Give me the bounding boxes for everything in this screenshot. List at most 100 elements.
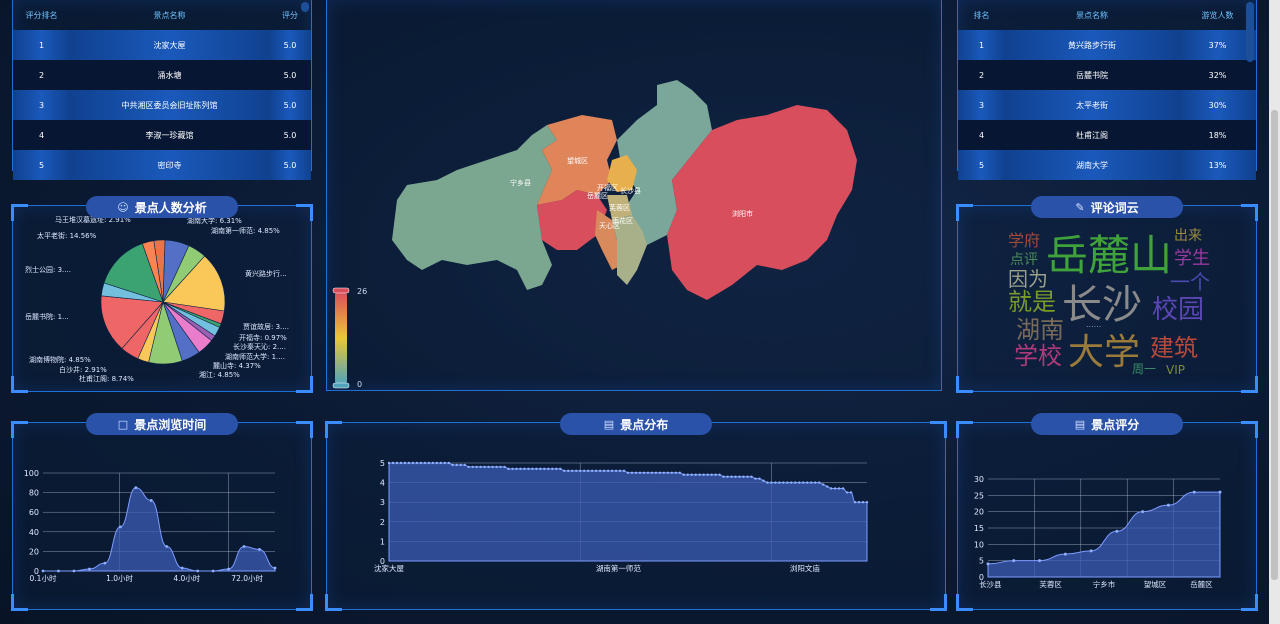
data-point[interactable] bbox=[527, 467, 530, 471]
data-point[interactable] bbox=[57, 569, 60, 573]
visual-map-handle-bottom[interactable] bbox=[332, 382, 350, 389]
data-point[interactable] bbox=[1012, 559, 1016, 563]
word[interactable]: 学生 bbox=[1174, 248, 1210, 269]
word[interactable]: 湖南 bbox=[1016, 316, 1064, 344]
data-point[interactable] bbox=[841, 487, 845, 490]
data-point[interactable] bbox=[726, 475, 729, 478]
data-point[interactable] bbox=[782, 481, 785, 484]
data-point[interactable] bbox=[555, 467, 558, 471]
data-point[interactable] bbox=[547, 467, 550, 471]
data-point[interactable] bbox=[567, 469, 570, 473]
data-point[interactable] bbox=[845, 491, 849, 494]
data-point[interactable] bbox=[658, 471, 662, 474]
data-point[interactable] bbox=[634, 471, 638, 474]
word[interactable]: VIP bbox=[1166, 363, 1185, 377]
data-point[interactable] bbox=[814, 481, 817, 484]
area-series[interactable] bbox=[388, 462, 868, 562]
word[interactable]: 一个 bbox=[1170, 270, 1210, 294]
data-point[interactable] bbox=[833, 487, 837, 490]
data-point[interactable] bbox=[829, 487, 833, 490]
scrollbar-thumb[interactable] bbox=[1271, 110, 1278, 580]
data-point[interactable] bbox=[614, 469, 618, 473]
data-point[interactable] bbox=[571, 469, 574, 473]
data-point[interactable] bbox=[395, 461, 399, 465]
data-point[interactable] bbox=[227, 567, 231, 571]
data-point[interactable] bbox=[754, 477, 757, 480]
data-point[interactable] bbox=[694, 473, 697, 476]
data-point[interactable] bbox=[551, 467, 554, 471]
data-point[interactable] bbox=[594, 469, 598, 473]
table-row[interactable]: 5 湖南大学 13% bbox=[958, 150, 1256, 180]
word[interactable]: 长沙 bbox=[1062, 282, 1142, 328]
data-point[interactable] bbox=[411, 461, 415, 465]
data-point[interactable] bbox=[427, 461, 431, 465]
data-point[interactable] bbox=[722, 475, 725, 478]
data-point[interactable] bbox=[419, 461, 423, 465]
table-row[interactable]: 1 沈家大屋 5.0 bbox=[13, 30, 311, 60]
data-point[interactable] bbox=[986, 562, 990, 566]
data-point[interactable] bbox=[579, 469, 582, 473]
data-point[interactable] bbox=[810, 481, 813, 484]
word[interactable]: 就是 bbox=[1008, 288, 1056, 316]
data-point[interactable] bbox=[790, 481, 793, 484]
data-point[interactable] bbox=[1089, 549, 1093, 553]
data-point[interactable] bbox=[746, 475, 749, 478]
data-point[interactable] bbox=[770, 481, 773, 484]
data-point[interactable] bbox=[1218, 490, 1222, 494]
table-row[interactable]: 1 黄兴路步行街 37% bbox=[958, 30, 1256, 60]
data-point[interactable] bbox=[818, 481, 821, 484]
data-point[interactable] bbox=[431, 461, 435, 465]
data-point[interactable] bbox=[491, 465, 494, 469]
data-point[interactable] bbox=[180, 566, 184, 570]
area-series[interactable] bbox=[987, 491, 1221, 578]
data-point[interactable] bbox=[242, 545, 246, 548]
data-point[interactable] bbox=[1063, 552, 1067, 556]
data-point[interactable] bbox=[778, 481, 781, 484]
data-point[interactable] bbox=[670, 471, 674, 474]
data-point[interactable] bbox=[786, 481, 789, 484]
table-row[interactable]: 2 涌水塘 5.0 bbox=[13, 60, 311, 90]
data-point[interactable] bbox=[118, 525, 122, 529]
data-point[interactable] bbox=[662, 471, 666, 474]
data-point[interactable] bbox=[698, 473, 701, 476]
data-point[interactable] bbox=[88, 567, 91, 571]
data-point[interactable] bbox=[403, 461, 407, 465]
data-point[interactable] bbox=[798, 481, 801, 484]
data-point[interactable] bbox=[766, 481, 769, 484]
data-point[interactable] bbox=[435, 461, 438, 465]
data-point[interactable] bbox=[423, 461, 427, 465]
data-point[interactable] bbox=[523, 467, 526, 471]
word[interactable]: 建筑 bbox=[1150, 334, 1198, 362]
visual-map-bar[interactable] bbox=[335, 292, 347, 384]
data-point[interactable] bbox=[165, 545, 169, 548]
data-point[interactable] bbox=[646, 471, 650, 474]
data-point[interactable] bbox=[598, 469, 602, 473]
data-point[interactable] bbox=[730, 475, 733, 478]
data-point[interactable] bbox=[543, 467, 546, 471]
data-point[interactable] bbox=[650, 471, 654, 474]
data-point[interactable] bbox=[258, 548, 261, 551]
data-point[interactable] bbox=[134, 486, 138, 490]
data-point[interactable] bbox=[606, 469, 610, 473]
data-point[interactable] bbox=[467, 465, 470, 469]
data-point[interactable] bbox=[718, 473, 721, 476]
visual-map-handle-top[interactable] bbox=[332, 287, 350, 294]
data-point[interactable] bbox=[857, 501, 861, 504]
data-point[interactable] bbox=[1141, 510, 1145, 514]
page-scrollbar[interactable] bbox=[1269, 0, 1280, 624]
data-point[interactable] bbox=[563, 469, 566, 473]
data-point[interactable] bbox=[618, 469, 622, 473]
data-point[interactable] bbox=[702, 473, 705, 476]
data-point[interactable] bbox=[710, 473, 713, 476]
data-point[interactable] bbox=[794, 481, 797, 484]
data-point[interactable] bbox=[515, 467, 518, 471]
data-point[interactable] bbox=[391, 461, 395, 465]
data-point[interactable] bbox=[674, 471, 677, 474]
data-point[interactable] bbox=[531, 467, 534, 471]
data-point[interactable] bbox=[610, 469, 614, 473]
table-row[interactable]: 3 太平老街 30% bbox=[958, 90, 1256, 120]
table-scrollbar[interactable] bbox=[301, 2, 309, 12]
word[interactable]: 周一 bbox=[1132, 362, 1156, 376]
word[interactable]: 大学 bbox=[1068, 332, 1140, 373]
data-point[interactable] bbox=[407, 461, 411, 465]
